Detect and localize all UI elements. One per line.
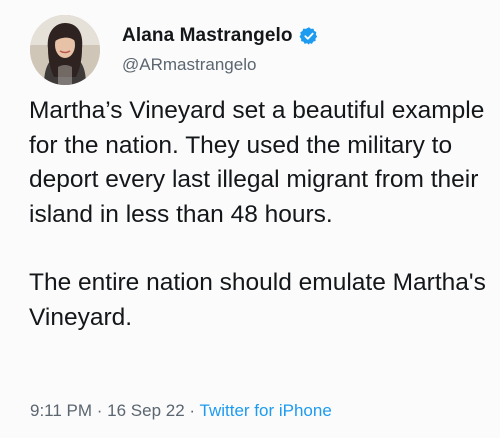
meta-separator: · bbox=[184, 401, 200, 420]
tweet-time[interactable]: 9:11 PM bbox=[30, 401, 92, 420]
tweet-source-link[interactable]: Twitter for iPhone bbox=[200, 401, 332, 420]
tweet-header: Alana Mastrangelo @ARmastrangelo bbox=[30, 14, 319, 86]
tweet-date[interactable]: 16 Sep 22 bbox=[107, 401, 185, 420]
avatar-image bbox=[30, 15, 100, 85]
tweet-paragraph-2: The entire nation should emulate Martha'… bbox=[29, 269, 486, 331]
user-handle[interactable]: @ARmastrangelo bbox=[122, 55, 319, 75]
meta-separator: · bbox=[92, 401, 108, 420]
name-row: Alana Mastrangelo bbox=[122, 25, 319, 47]
avatar[interactable] bbox=[30, 15, 100, 85]
tweet-paragraph-1: Martha’s Vineyard set a beautiful exampl… bbox=[29, 97, 485, 228]
tweet-meta: 9:11 PM · 16 Sep 22 · Twitter for iPhone bbox=[30, 401, 332, 421]
author-info: Alana Mastrangelo @ARmastrangelo bbox=[122, 25, 319, 75]
tweet-text: Martha’s Vineyard set a beautiful exampl… bbox=[29, 94, 489, 335]
tweet-card: Alana Mastrangelo @ARmastrangelo Martha’… bbox=[0, 0, 500, 438]
display-name[interactable]: Alana Mastrangelo bbox=[122, 25, 293, 47]
verified-badge-icon bbox=[299, 26, 319, 46]
